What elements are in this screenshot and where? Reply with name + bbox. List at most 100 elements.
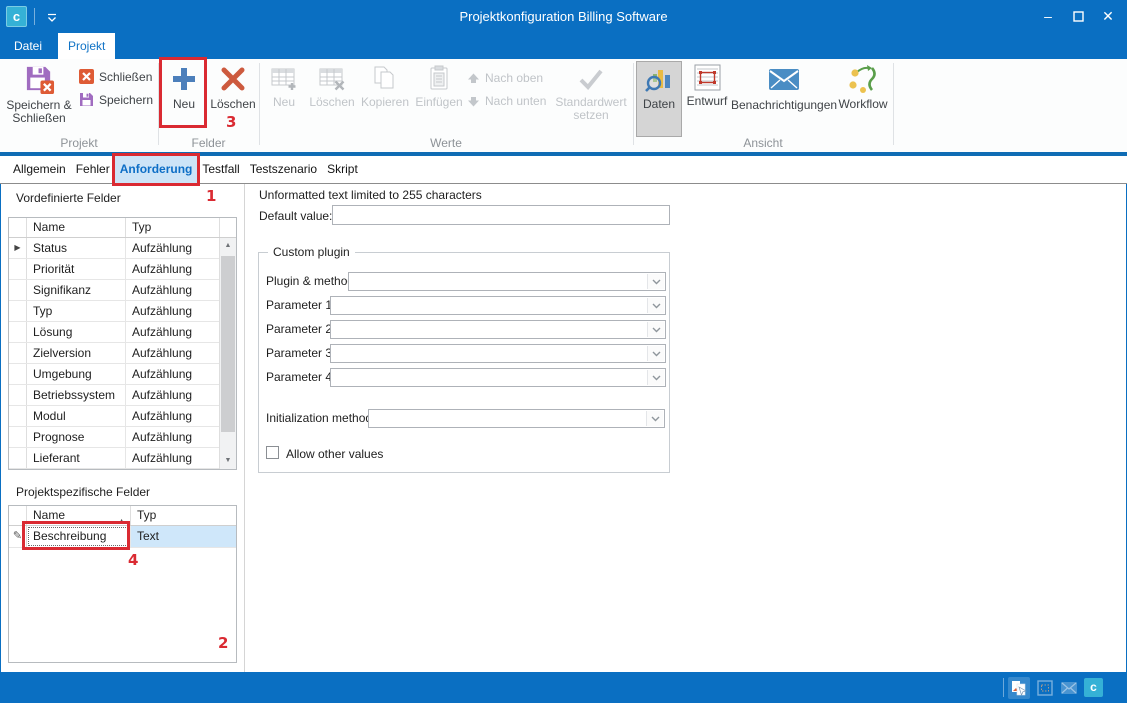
maximize-button[interactable] bbox=[1063, 0, 1093, 33]
cell-typ[interactable]: Text bbox=[131, 526, 236, 547]
ribbon-tab-datei[interactable]: Datei bbox=[4, 33, 52, 59]
tab-fehler[interactable]: Fehler bbox=[71, 156, 115, 183]
new-field-button[interactable]: Neu bbox=[163, 62, 205, 134]
table-row[interactable]: PrioritätAufzählung bbox=[9, 259, 236, 280]
table-row[interactable]: ZielversionAufzählung bbox=[9, 343, 236, 364]
parameter4-dropdown[interactable] bbox=[330, 368, 666, 387]
scroll-down-button[interactable]: ▼ bbox=[220, 453, 236, 469]
predefined-fields-table: Name Typ ▶StatusAufzählungPrioritätAufzä… bbox=[8, 217, 237, 470]
column-header-name[interactable]: Name bbox=[27, 218, 126, 237]
initialization-method-dropdown[interactable] bbox=[368, 409, 665, 428]
table-row[interactable]: BetriebssystemAufzählung bbox=[9, 385, 236, 406]
scroll-up-button[interactable]: ▲ bbox=[220, 238, 236, 254]
notifications-view-button[interactable]: Benachrichtigungen bbox=[731, 62, 837, 134]
table-row[interactable]: ✎ Beschreibung Text bbox=[9, 526, 236, 548]
close-button[interactable]: ✕ bbox=[1093, 0, 1123, 33]
cell-typ[interactable]: Aufzählung bbox=[126, 343, 220, 363]
cell-name-editing[interactable]: Beschreibung bbox=[27, 526, 131, 547]
column-header-typ[interactable]: Typ bbox=[126, 218, 220, 237]
row-selector: ▶ bbox=[9, 238, 27, 258]
design-view-button[interactable]: Entwurf bbox=[684, 62, 730, 134]
chevron-down-icon[interactable] bbox=[647, 346, 664, 361]
cell-name[interactable]: Signifikanz bbox=[27, 280, 126, 300]
chevron-down-icon[interactable] bbox=[646, 411, 663, 426]
cell-name[interactable]: Status bbox=[27, 238, 126, 258]
save-and-close-button[interactable]: Speichern & Schließen bbox=[6, 62, 72, 134]
column-header-typ[interactable]: Typ bbox=[131, 506, 236, 525]
minimize-button[interactable]: – bbox=[1033, 0, 1063, 33]
status-bar: c bbox=[0, 672, 1127, 703]
design-view-status-icon[interactable] bbox=[1034, 677, 1056, 699]
parameter3-dropdown[interactable] bbox=[330, 344, 666, 363]
mail-status-icon[interactable] bbox=[1058, 677, 1080, 699]
cell-typ[interactable]: Aufzählung bbox=[126, 238, 220, 258]
cell-name[interactable]: Betriebssystem bbox=[27, 385, 126, 405]
cell-typ[interactable]: Aufzählung bbox=[126, 364, 220, 384]
table-row[interactable]: TypAufzählung bbox=[9, 301, 236, 322]
cell-name[interactable]: Umgebung bbox=[27, 364, 126, 384]
data-view-button[interactable]: Daten bbox=[636, 61, 682, 137]
tab-anforderung[interactable]: Anforderung bbox=[115, 156, 198, 183]
close-project-button[interactable]: Schließen bbox=[79, 68, 152, 86]
table-row[interactable]: PrognoseAufzählung bbox=[9, 427, 236, 448]
table-row[interactable]: ModulAufzählung bbox=[9, 406, 236, 427]
ribbon-tab-projekt[interactable]: Projekt bbox=[58, 33, 115, 59]
chevron-down-icon[interactable] bbox=[647, 274, 664, 289]
cell-typ[interactable]: Aufzählung bbox=[126, 259, 220, 279]
allow-other-values-checkbox[interactable] bbox=[266, 446, 279, 459]
tab-skript[interactable]: Skript bbox=[322, 156, 363, 183]
cell-name[interactable]: Zielversion bbox=[27, 343, 126, 363]
window-title: Projektkonfiguration Billing Software bbox=[0, 9, 1127, 24]
custom-plugin-groupbox: Custom plugin Plugin & method Parameter … bbox=[258, 252, 670, 473]
app-logo-icon[interactable]: c bbox=[1084, 678, 1103, 697]
cell-name[interactable]: Lösung bbox=[27, 322, 126, 342]
cell-typ[interactable]: Aufzählung bbox=[126, 301, 220, 321]
cell-typ[interactable]: Aufzählung bbox=[126, 385, 220, 405]
cell-name[interactable]: Typ bbox=[27, 301, 126, 321]
scrollbar[interactable]: ▲ ▼ bbox=[219, 238, 236, 469]
chevron-down-icon[interactable] bbox=[647, 322, 664, 337]
fields-icon[interactable] bbox=[1008, 677, 1030, 699]
group-label-werte: Werte bbox=[259, 136, 633, 150]
plugin-method-dropdown[interactable] bbox=[348, 272, 666, 291]
chevron-down-icon[interactable] bbox=[647, 370, 664, 385]
default-value-input[interactable] bbox=[332, 205, 670, 225]
project-specific-fields-table: Name▲ Typ ✎ Beschreibung Text bbox=[8, 505, 237, 663]
delete-value-button: Löschen bbox=[306, 62, 358, 134]
allow-other-values-label: Allow other values bbox=[286, 447, 383, 461]
ribbon-tab-row: Datei Projekt bbox=[0, 33, 1127, 59]
cell-name[interactable]: Lieferant bbox=[27, 448, 126, 468]
cell-name[interactable]: Prognose bbox=[27, 427, 126, 447]
table-row[interactable]: SignifikanzAufzählung bbox=[9, 280, 236, 301]
cell-name[interactable]: Priorität bbox=[27, 259, 126, 279]
parameter1-dropdown[interactable] bbox=[330, 296, 666, 315]
column-header-name[interactable]: Name▲ bbox=[27, 506, 131, 525]
plus-icon bbox=[163, 64, 205, 97]
table-row[interactable]: LösungAufzählung bbox=[9, 322, 236, 343]
chevron-down-icon[interactable] bbox=[647, 298, 664, 313]
save-button[interactable]: Speichern bbox=[79, 91, 153, 109]
cell-typ[interactable]: Aufzählung bbox=[126, 406, 220, 426]
annotation-number-3: 3 bbox=[226, 113, 236, 131]
tab-testszenario[interactable]: Testszenario bbox=[245, 156, 322, 183]
table-delete-icon bbox=[306, 64, 358, 95]
edit-pencil-icon: ✎ bbox=[13, 530, 22, 542]
cell-name[interactable]: Modul bbox=[27, 406, 126, 426]
cell-typ[interactable]: Aufzählung bbox=[126, 427, 220, 447]
panel-splitter[interactable] bbox=[244, 184, 245, 672]
scrollbar-thumb[interactable] bbox=[221, 256, 235, 432]
cell-typ[interactable]: Aufzählung bbox=[126, 322, 220, 342]
tab-testfall[interactable]: Testfall bbox=[197, 156, 244, 183]
cell-typ[interactable]: Aufzählung bbox=[126, 448, 220, 468]
workflow-view-button[interactable]: Workflow bbox=[838, 62, 888, 134]
table-row[interactable]: UmgebungAufzählung bbox=[9, 364, 236, 385]
tab-allgemein[interactable]: Allgemein bbox=[8, 156, 71, 183]
table-row[interactable]: ▶StatusAufzählung bbox=[9, 238, 236, 259]
parameter2-dropdown[interactable] bbox=[330, 320, 666, 339]
move-down-button: Nach unten bbox=[467, 92, 546, 110]
table-row[interactable]: LieferantAufzählung bbox=[9, 448, 236, 469]
header-filler-cell bbox=[220, 218, 236, 237]
cell-typ[interactable]: Aufzählung bbox=[126, 280, 220, 300]
move-up-button: Nach oben bbox=[467, 69, 543, 87]
parameter4-label: Parameter 4 bbox=[266, 370, 332, 384]
